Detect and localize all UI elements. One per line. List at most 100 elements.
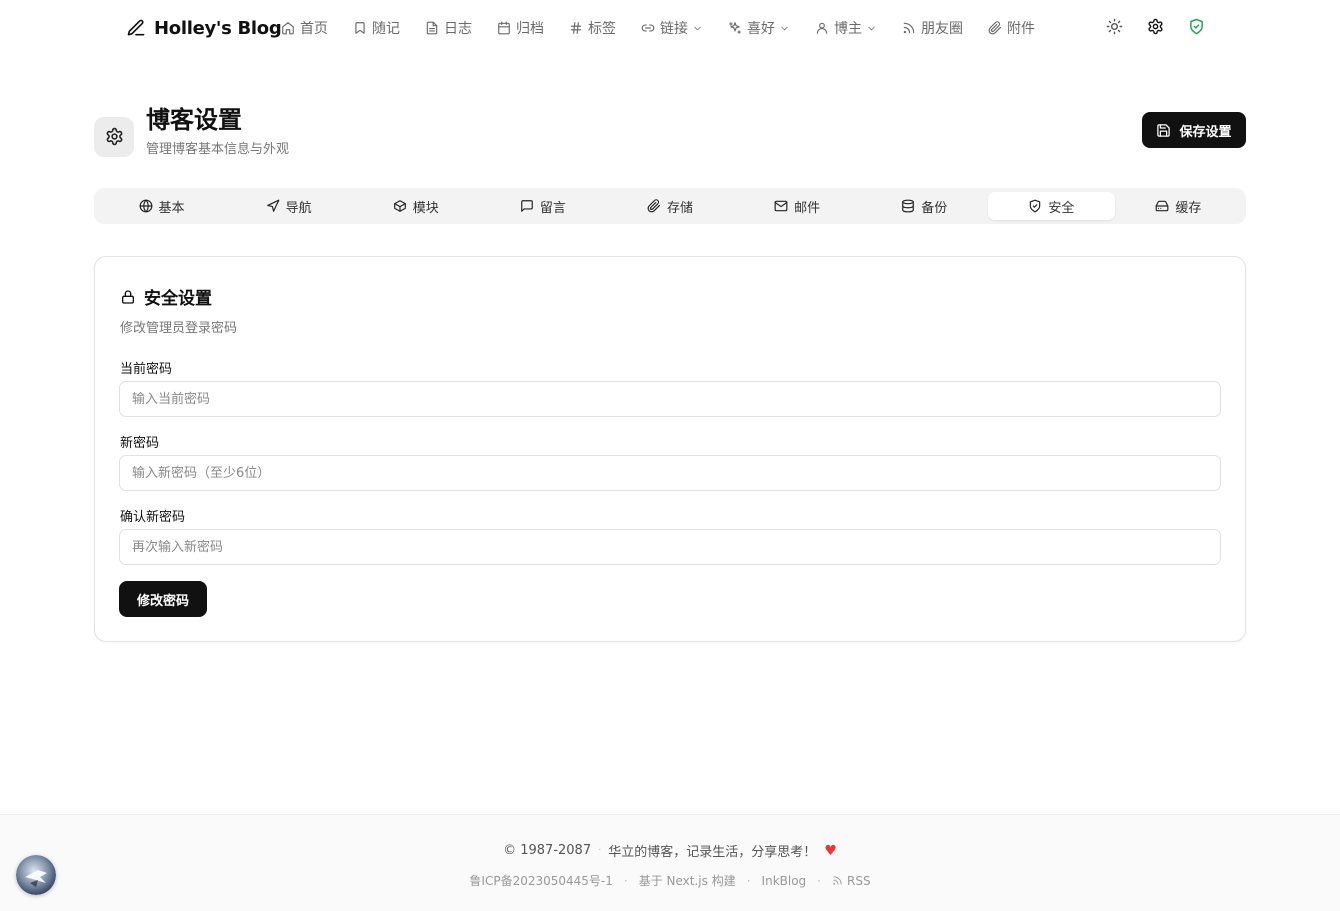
tab-security[interactable]: 安全 (987, 192, 1115, 220)
tab-label: 基本 (158, 200, 185, 216)
page-subtitle: 管理博客基本信息与外观 (146, 142, 290, 157)
home-icon (282, 22, 294, 35)
tab-comments[interactable]: 留言 (479, 192, 606, 220)
page-title: 博客设置 (146, 106, 242, 134)
shield-check-icon (1030, 199, 1041, 213)
user-icon (816, 22, 828, 34)
chevron-down-icon (868, 26, 875, 30)
tab-label: 备份 (921, 200, 948, 216)
change-password-button[interactable]: 修改密码 (119, 581, 207, 617)
nav-label: 随记 (372, 21, 400, 37)
card-title-text: 安全设置 (144, 289, 212, 309)
tab-label: 留言 (539, 200, 566, 216)
nav-label: 链接 (660, 21, 688, 37)
new-password-label: 新密码 (120, 436, 160, 451)
new-password-input[interactable] (119, 455, 1221, 491)
tab-mail[interactable]: 邮件 (734, 192, 861, 220)
avatar[interactable] (16, 855, 56, 895)
sparkles-icon (729, 22, 741, 34)
tab-label: 邮件 (794, 200, 821, 216)
calendar-icon (498, 21, 510, 35)
confirm-password-input[interactable] (119, 529, 1221, 565)
nav-item-friends[interactable]: 朋友圈 (902, 18, 963, 38)
footer-primary: © 1987-2087 · 华立的博客，记录生活，分享思考！ ♥ (0, 841, 1340, 861)
save-icon (1157, 123, 1171, 137)
nav-item-logs[interactable]: 日志 (425, 18, 472, 38)
tab-modules[interactable]: 模块 (352, 192, 479, 220)
tab-label: 安全 (1048, 200, 1075, 216)
database-icon (902, 199, 915, 213)
save-settings-button[interactable]: 保存设置 (1142, 112, 1246, 148)
avatar-image (16, 855, 56, 895)
tab-cache[interactable]: 缓存 (1115, 192, 1242, 220)
card-description: 修改管理员登录密码 (120, 321, 238, 336)
gear-icon[interactable] (1147, 18, 1164, 35)
footer: © 1987-2087 · 华立的博客，记录生活，分享思考！ ♥ 鲁ICP备20… (0, 814, 1340, 911)
card-title: 安全设置 (120, 284, 212, 309)
main-nav: 首页 随记 日志 归档 标签 链接 喜好 博主 朋友圈 附件 (281, 15, 1060, 41)
footer-secondary: 鲁ICP备2023050445号-1 · 基于 Next.js 构建 · Ink… (0, 872, 1340, 889)
nav-label: 日志 (444, 21, 472, 37)
nav-item-favorites[interactable]: 喜好 (728, 18, 790, 38)
copyright: © 1987-2087 (503, 843, 592, 858)
hard-drive-icon (1156, 200, 1169, 212)
nav-item-home[interactable]: 首页 (281, 18, 328, 38)
brand[interactable]: Holley's Blog (126, 15, 282, 41)
nav-label: 标签 (588, 21, 616, 37)
settings-tabs: 基本 导航 模块 留言 存储 邮件 备份 安全 缓存 (94, 188, 1246, 224)
theme-link[interactable]: InkBlog (762, 874, 807, 888)
file-text-icon (426, 21, 438, 35)
separator: · (817, 873, 821, 888)
heart-icon: ♥ (824, 842, 837, 859)
tab-basic[interactable]: 基本 (98, 192, 225, 220)
rss-label: RSS (847, 873, 871, 888)
nav-label: 附件 (1007, 21, 1035, 37)
nav-item-links[interactable]: 链接 (641, 18, 703, 38)
tab-navigation[interactable]: 导航 (225, 192, 352, 220)
chevron-down-icon (781, 26, 788, 30)
separator: · (746, 873, 751, 888)
top-navigation: Holley's Blog 首页 随记 日志 归档 标签 链接 喜好 博主 朋友… (0, 0, 1340, 56)
nav-item-attachments[interactable]: 附件 (988, 18, 1035, 38)
shield-check-icon[interactable] (1188, 18, 1205, 35)
link-icon (641, 24, 655, 32)
mail-icon (774, 200, 788, 212)
nav-label: 朋友圈 (921, 21, 963, 37)
tab-backup[interactable]: 备份 (861, 192, 988, 220)
pencil-icon (127, 19, 145, 36)
chevron-down-icon (694, 26, 701, 30)
current-password-label: 当前密码 (120, 362, 173, 377)
page-heading: 博客设置 管理博客基本信息与外观 (94, 104, 289, 157)
security-settings-card: 安全设置 修改管理员登录密码 当前密码 新密码 确认新密码 修改密码 (94, 256, 1246, 642)
gear-icon (106, 127, 122, 146)
settings-icon-box (94, 116, 134, 157)
hash-icon (570, 22, 582, 34)
rss-icon (903, 22, 915, 34)
nav-item-tags[interactable]: 标签 (569, 18, 616, 38)
nav-label: 喜好 (747, 21, 775, 37)
tab-storage[interactable]: 存储 (606, 192, 733, 220)
nav-label: 博主 (834, 21, 862, 37)
icp-link[interactable]: 鲁ICP备2023050445号-1 (469, 872, 612, 889)
nav-item-blogger[interactable]: 博主 (815, 18, 877, 38)
sun-icon[interactable] (1106, 18, 1123, 35)
built-with-link[interactable]: 基于 Next.js 构建 (639, 872, 736, 889)
slogan: 华立的博客，记录生活，分享思考！ (608, 845, 817, 860)
nav-label: 首页 (300, 21, 328, 37)
globe-icon (139, 199, 152, 213)
rss-icon (833, 876, 842, 885)
save-settings-label: 保存设置 (1179, 124, 1232, 140)
lock-icon (122, 289, 134, 304)
rss-link[interactable]: RSS (832, 874, 871, 888)
current-password-input[interactable] (119, 381, 1221, 417)
brand-name: Holley's Blog (154, 17, 282, 39)
navigation-icon (266, 199, 280, 212)
nav-item-archive[interactable]: 归档 (497, 18, 544, 38)
nav-item-notes[interactable]: 随记 (353, 18, 400, 38)
paperclip-icon (647, 199, 661, 213)
bookmark-icon (355, 22, 365, 34)
separator: · (623, 873, 628, 888)
confirm-password-label: 确认新密码 (120, 510, 186, 525)
box-icon (393, 200, 406, 212)
paperclip-icon (988, 21, 1002, 35)
